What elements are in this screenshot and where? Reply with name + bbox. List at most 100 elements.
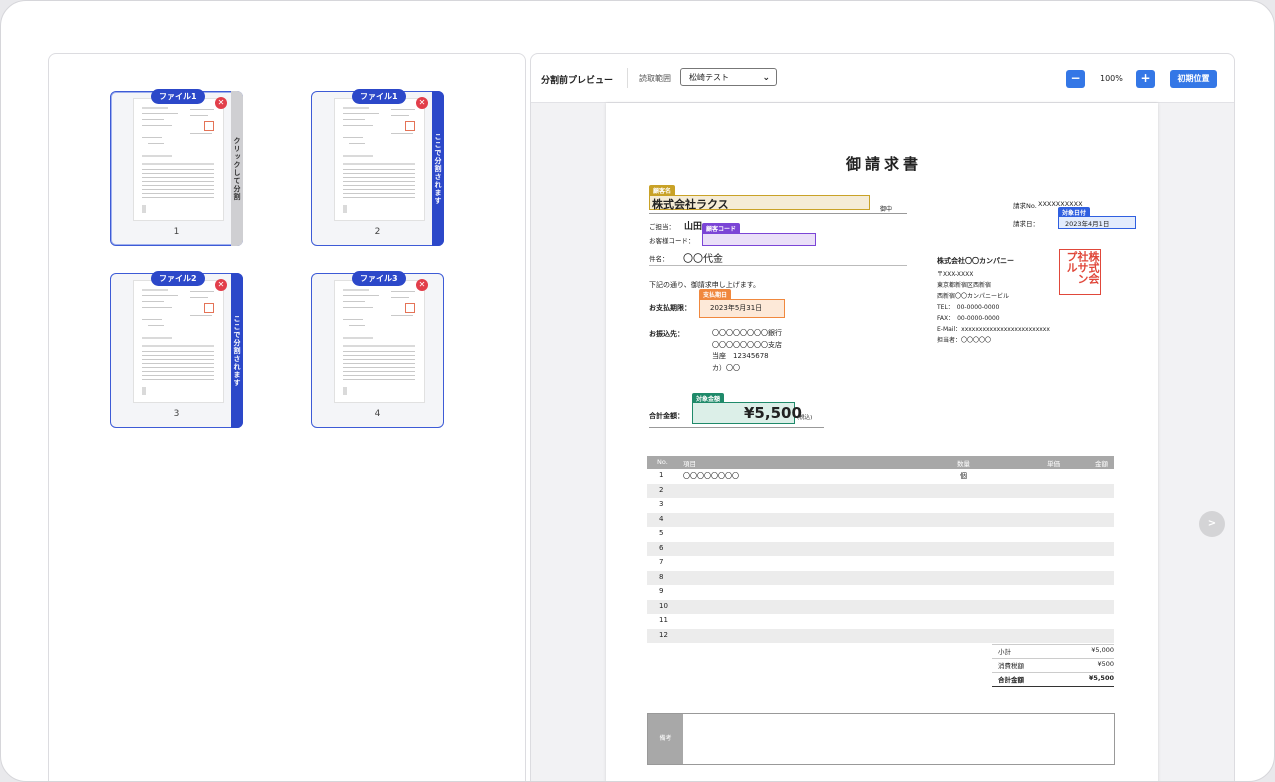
- items-table: No. 項目 数量 単価 金額 1 〇〇〇〇〇〇〇〇 個 2 3 4 5 6 7 8 9 10 11 12: [647, 456, 1114, 643]
- header-amount: 金額: [1095, 460, 1108, 468]
- mini-line: [142, 337, 172, 339]
- row-no: 11: [659, 616, 668, 624]
- tax-label: 消費税額: [998, 662, 1024, 670]
- mini-line: [148, 325, 164, 326]
- mini-line: [391, 315, 413, 316]
- issuer-line: 担当者：〇〇〇〇〇: [937, 337, 992, 344]
- mini-line: [190, 315, 212, 316]
- subtotal-label: 小計: [998, 648, 1011, 656]
- mini-table-row: [142, 379, 214, 380]
- mini-table-row: [142, 177, 214, 178]
- zoom-out-button[interactable]: −: [1066, 70, 1085, 88]
- issuer-company: 株式会社〇〇カンパニー: [937, 257, 1014, 265]
- row-item: 〇〇〇〇〇〇〇〇: [683, 472, 739, 480]
- mini-line: [142, 119, 164, 120]
- grand-total-value: ¥5,500: [1088, 674, 1114, 682]
- issuer-line: TEL： 00-0000-0000: [937, 304, 1000, 311]
- mini-line: [190, 133, 212, 134]
- remove-page-button[interactable]: ✕: [416, 279, 428, 291]
- page-thumbnail[interactable]: ファイル3 ✕ 4: [311, 271, 444, 428]
- grand-line: [992, 672, 1114, 673]
- page-number: 2: [374, 227, 381, 237]
- remove-page-button[interactable]: ✕: [215, 279, 227, 291]
- mini-line: [148, 143, 164, 144]
- reset-position-button[interactable]: 初期位置: [1170, 70, 1217, 88]
- preview-canvas[interactable]: 御請求書 顧客名 株式会社ラクス 御中 ご担当： 山田 顧客コード お客様コード…: [531, 103, 1234, 781]
- issuer-line: FAX： 00-0000-0000: [937, 315, 1000, 322]
- mini-table-header: [343, 163, 415, 165]
- row-unit: 個: [960, 472, 967, 480]
- split-marker[interactable]: クリックして分割: [231, 91, 243, 246]
- next-page-button[interactable]: >: [1199, 511, 1225, 537]
- bank-line: 〇〇〇〇〇〇〇〇銀行: [712, 329, 782, 337]
- row-no: 6: [659, 543, 664, 552]
- due-date-value: 2023年5月31日: [710, 304, 763, 312]
- header-item: 項目: [683, 460, 696, 468]
- total-value: ¥5,500: [744, 404, 802, 422]
- mini-line: [190, 115, 208, 116]
- mini-line: [343, 319, 363, 320]
- mini-table-row: [343, 355, 415, 356]
- mini-table-row: [343, 197, 415, 198]
- page-thumbnail[interactable]: ファイル1 ✕ ここで分割されます 2: [311, 89, 444, 246]
- mini-table-header: [142, 163, 214, 165]
- split-marker[interactable]: ここで分割されます: [231, 273, 243, 428]
- remove-page-button[interactable]: ✕: [416, 97, 428, 109]
- customer-code-highlight: [702, 233, 816, 246]
- mini-line: [343, 107, 369, 109]
- mini-table-row: [142, 169, 214, 170]
- tax-value: ¥500: [1097, 660, 1114, 668]
- page-number: 1: [173, 227, 180, 237]
- mini-line: [343, 137, 363, 138]
- table-row: 3: [647, 498, 1114, 513]
- bank-line: 〇〇〇〇〇〇〇〇支店: [712, 340, 782, 349]
- split-marker[interactable]: ここで分割されます: [432, 91, 444, 246]
- thumbnail-panel: ファイル1 ✕ クリックして分割 1 ファイル1 ✕ ここで分割されます 2 ファイル2 ✕ ここで…: [48, 53, 526, 781]
- remarks-box: 備考: [647, 713, 1115, 765]
- bank-details: 〇〇〇〇〇〇〇〇銀行 〇〇〇〇〇〇〇〇支店 当座 12345678 カ）〇〇: [712, 328, 782, 374]
- row-no: 10: [659, 601, 668, 610]
- mini-line: [142, 125, 172, 126]
- range-select[interactable]: 松崎テスト ⌄: [680, 68, 777, 86]
- mini-line: [391, 115, 409, 116]
- zoom-level: 100%: [1100, 74, 1123, 83]
- honorific: 御中: [880, 206, 893, 213]
- mini-stamp: [405, 121, 415, 131]
- mini-line: [343, 295, 379, 296]
- remove-page-button[interactable]: ✕: [215, 97, 227, 109]
- mini-table-row: [343, 367, 415, 368]
- file-label-pill: ファイル3: [352, 271, 406, 286]
- company-stamp: 株式会社サンプル: [1059, 249, 1101, 295]
- mini-line: [343, 113, 379, 114]
- table-row: 4: [647, 512, 1114, 527]
- row-no: 7: [659, 558, 664, 566]
- mini-table-row: [142, 189, 214, 190]
- mini-line: [391, 109, 415, 110]
- mini-line: [190, 109, 214, 110]
- grand-total-label: 合計金額: [998, 676, 1024, 684]
- table-row: 11: [647, 614, 1114, 629]
- page-thumbnail[interactable]: ファイル1 ✕ クリックして分割 1: [110, 89, 243, 246]
- page-thumbnail[interactable]: ファイル2 ✕ ここで分割されます 3: [110, 271, 243, 428]
- mini-table-row: [142, 193, 214, 194]
- mini-table-row: [142, 351, 214, 352]
- range-select-value: 松崎テスト: [689, 73, 729, 82]
- remarks-label: 備考: [648, 714, 683, 764]
- issuer-line: 西新宿〇〇カンパニービル: [937, 293, 1010, 300]
- invoice-date-label: 請求日：: [1013, 220, 1039, 228]
- mini-line: [391, 297, 409, 298]
- mini-table-row: [343, 379, 415, 380]
- table-row: 8: [647, 570, 1114, 585]
- mini-table-row: [343, 177, 415, 178]
- mini-table-row: [142, 359, 214, 360]
- mini-line: [190, 297, 208, 298]
- mini-table-row: [142, 197, 214, 198]
- mini-table-row: [142, 363, 214, 364]
- header-price: 単価: [1047, 460, 1060, 468]
- zoom-in-button[interactable]: +: [1136, 70, 1155, 88]
- preview-title: 分割前プレビュー: [541, 76, 614, 86]
- invoice-title: 御請求書: [846, 155, 923, 173]
- row-no: 4: [659, 514, 664, 523]
- customer-code-label: お客様コード：: [649, 237, 695, 245]
- mini-line: [142, 295, 178, 296]
